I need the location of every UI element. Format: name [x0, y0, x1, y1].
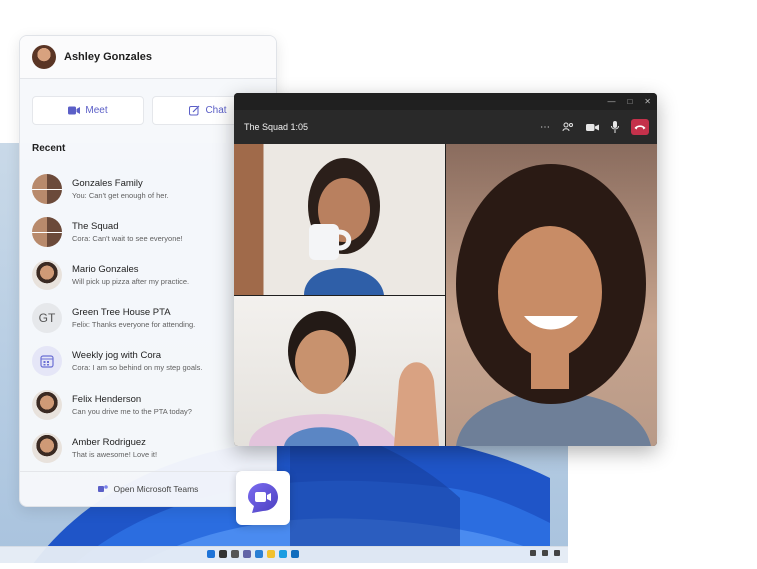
task-view-icon[interactable]: [231, 550, 239, 558]
avatar: [32, 432, 62, 463]
call-toolbar: The Squad 1:05 ⋯: [234, 110, 657, 144]
item-preview: Cora: I am so behind on my step goals.: [72, 363, 203, 373]
item-preview: Will pick up pizza after my practice.: [72, 276, 190, 286]
teams-logo-icon: [97, 485, 108, 492]
item-name: The Squad: [72, 220, 119, 232]
action-buttons: Meet Chat: [32, 96, 264, 125]
camera-icon[interactable]: [586, 123, 599, 132]
wifi-icon[interactable]: [542, 550, 548, 556]
participant-video: [304, 158, 384, 295]
meet-button[interactable]: Meet: [32, 96, 144, 125]
item-name: Mario Gonzales: [72, 263, 139, 275]
volume-icon[interactable]: [554, 550, 560, 556]
video-tile: [234, 296, 445, 446]
item-name: Green Tree House PTA: [72, 307, 171, 319]
widgets-icon[interactable]: [255, 550, 263, 558]
store-icon[interactable]: [291, 550, 299, 558]
close-icon[interactable]: ✕: [644, 97, 651, 106]
more-icon[interactable]: ⋯: [540, 122, 550, 133]
group-avatar: [32, 173, 62, 204]
video-tile: [234, 144, 445, 295]
maximize-icon[interactable]: □: [627, 97, 632, 106]
search-icon[interactable]: [219, 550, 227, 558]
flyout-header: Ashley Gonzales: [20, 36, 276, 79]
item-preview: Felix: Thanks everyone for attending.: [72, 320, 196, 330]
participants-icon[interactable]: [562, 122, 574, 132]
system-tray: [530, 550, 560, 556]
item-name: Gonzales Family: [72, 177, 143, 189]
calendar-avatar: [32, 346, 62, 377]
group-avatar: [32, 216, 62, 247]
avatar[interactable]: [32, 45, 56, 69]
participant-video: [456, 164, 651, 446]
minimize-icon[interactable]: —: [607, 97, 615, 106]
video-chat-icon: [248, 483, 278, 513]
item-preview: You: Can't get enough of her.: [72, 190, 169, 200]
window-titlebar: — □ ✕: [234, 93, 657, 110]
open-teams-label: Open Microsoft Teams: [113, 484, 199, 494]
item-preview: Can you drive me to the PTA today?: [72, 406, 192, 416]
item-name: Amber Rodriguez: [72, 436, 146, 448]
start-icon[interactable]: [207, 550, 215, 558]
taskbar: [0, 546, 568, 563]
compose-icon: [189, 105, 200, 116]
teams-taskbar-icon[interactable]: [243, 550, 251, 558]
item-name: Weekly jog with Cora: [72, 350, 162, 362]
chat-label: Chat: [205, 105, 227, 116]
avatar: [32, 259, 62, 290]
user-name: Ashley Gonzales: [64, 51, 153, 63]
chevron-up-icon[interactable]: [530, 550, 536, 556]
edge-icon[interactable]: [279, 550, 287, 558]
item-preview: Cora: Can't wait to see everyone!: [72, 233, 183, 243]
file-explorer-icon[interactable]: [267, 550, 275, 558]
video-camera-icon: [68, 106, 81, 115]
meet-label: Meet: [85, 105, 108, 116]
taskbar-icons: [207, 550, 299, 558]
avatar: [32, 389, 62, 420]
mic-icon[interactable]: [611, 121, 619, 133]
participant-video: [249, 311, 439, 446]
recent-heading: Recent: [32, 143, 66, 154]
teams-chat-app-icon[interactable]: [236, 471, 290, 525]
video-grid: [234, 144, 657, 446]
hangup-button[interactable]: [631, 119, 649, 135]
initials-avatar: GT: [32, 303, 62, 334]
calendar-icon: [40, 355, 54, 368]
call-title: The Squad 1:05: [244, 122, 309, 132]
video-tile: [446, 144, 657, 446]
call-window: — □ ✕ The Squad 1:05 ⋯: [234, 93, 657, 446]
item-preview: That is awesome! Love it!: [72, 449, 158, 459]
item-name: Felix Henderson: [72, 393, 142, 405]
hangup-icon: [634, 125, 646, 130]
